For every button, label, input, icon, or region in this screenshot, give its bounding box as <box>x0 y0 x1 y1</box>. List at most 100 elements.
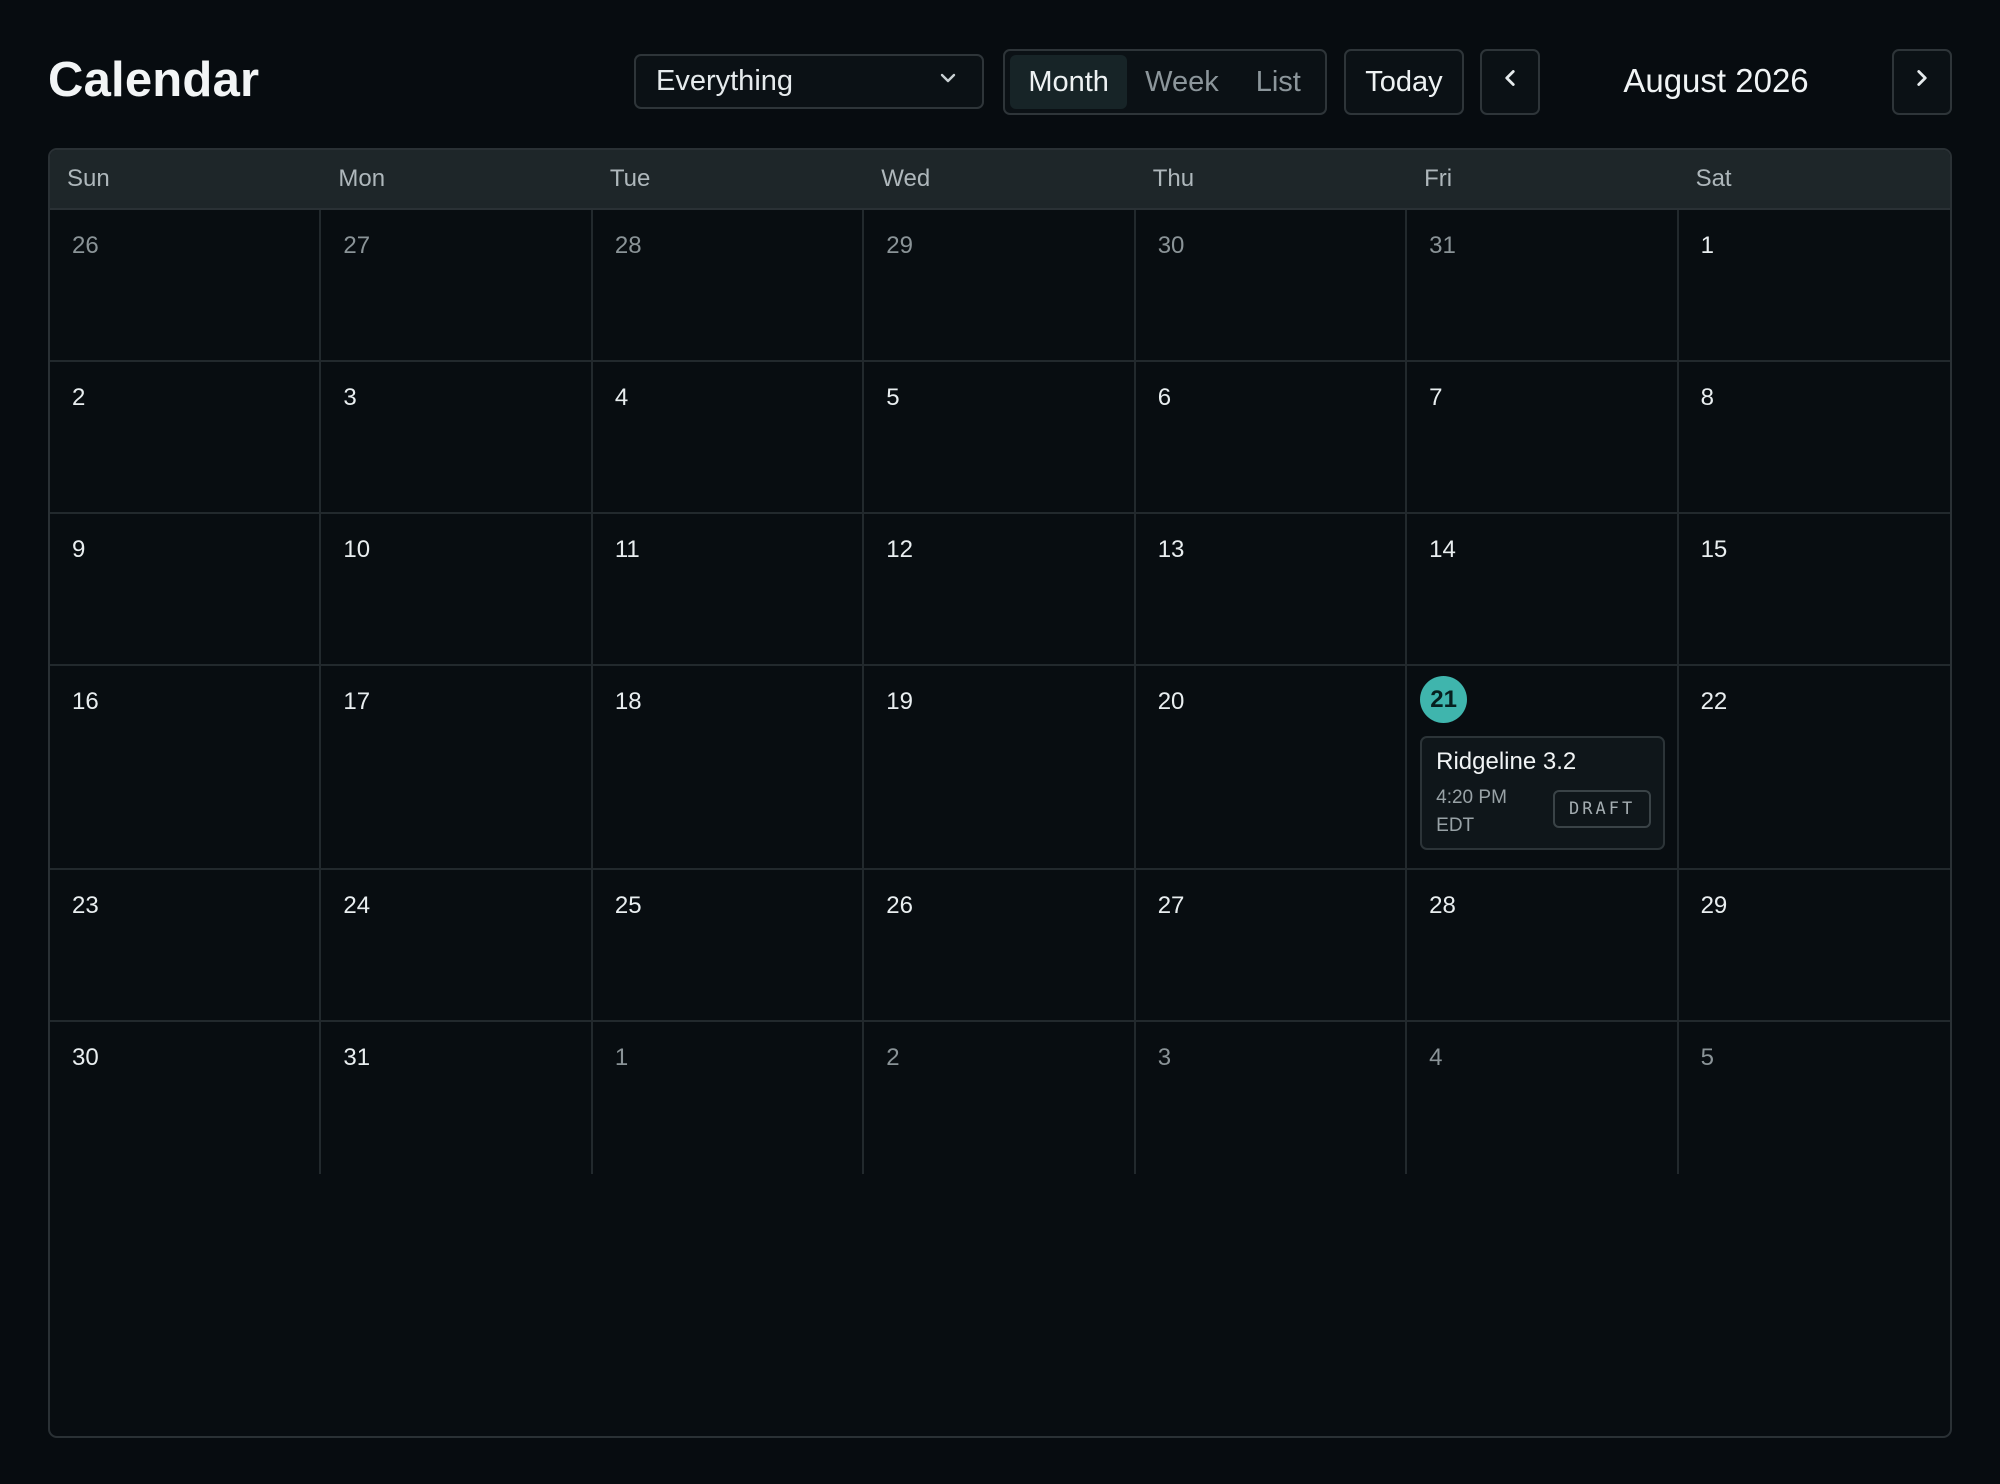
day-cell[interactable]: 3 <box>1136 1022 1408 1174</box>
day-number: 13 <box>1157 536 1185 563</box>
day-number: 17 <box>343 688 371 715</box>
chevron-down-icon <box>936 65 960 98</box>
day-number: 12 <box>886 536 913 563</box>
day-cell[interactable]: 8 <box>1678 362 1950 514</box>
day-cell[interactable]: 2 <box>50 362 322 514</box>
day-cell[interactable]: 26 <box>864 870 1136 1022</box>
day-number: 30 <box>72 1044 99 1071</box>
day-cell[interactable]: 10 <box>321 514 593 666</box>
next-month-button[interactable] <box>1892 49 1952 115</box>
day-cell[interactable]: 9 <box>50 514 322 666</box>
day-cell[interactable]: 14 <box>1407 514 1679 666</box>
day-cell[interactable]: 21 Ridgeline 3.2 4:20 PM EDT DRAFT <box>1407 666 1679 870</box>
weekday-label: Sat <box>1695 165 1732 192</box>
day-cell[interactable]: 2 <box>864 1022 1136 1174</box>
day-number: 20 <box>1157 688 1185 715</box>
day-cell[interactable]: 3 <box>321 362 593 514</box>
weekday-label: Thu <box>1152 165 1195 192</box>
day-cell[interactable]: 24 <box>321 870 593 1022</box>
weekday-label: Wed <box>881 165 931 192</box>
weeks-container: 26 27 28 29 30 31 1 2 3 4 5 6 7 8 9 10 11 12 13 14 15 16 17 18 1… <box>50 210 1950 1174</box>
day-cell[interactable]: 11 <box>592 514 865 666</box>
day-cell[interactable]: 4 <box>592 362 865 514</box>
view-month-button[interactable]: Month <box>1010 55 1128 109</box>
day-cell[interactable]: 20 <box>1135 666 1408 870</box>
day-number: 23 <box>72 892 99 919</box>
day-number: 18 <box>614 688 642 715</box>
day-cell[interactable]: 31 <box>321 1022 593 1174</box>
day-number: 5 <box>886 384 900 411</box>
day-number: 27 <box>343 232 371 259</box>
day-cell[interactable]: 27 <box>321 210 593 362</box>
day-number: 4 <box>614 384 629 411</box>
weekday-label: Fri <box>1424 165 1453 192</box>
filter-dropdown[interactable]: Everything <box>634 54 984 109</box>
day-cell[interactable]: 5 <box>1679 1022 1950 1174</box>
day-number: 2 <box>886 1044 900 1071</box>
event-title: Ridgeline 3.2 <box>1436 748 1577 775</box>
page-title: Calendar <box>48 53 260 107</box>
view-week-button[interactable]: Week <box>1127 55 1236 109</box>
day-number: 3 <box>1157 1044 1172 1071</box>
day-cell[interactable]: 6 <box>1135 362 1408 514</box>
day-cell[interactable]: 18 <box>592 666 865 870</box>
day-number: 11 <box>614 536 640 563</box>
day-number: 10 <box>343 536 371 563</box>
today-button[interactable]: Today <box>1344 49 1464 115</box>
day-cell[interactable]: 30 <box>1135 210 1408 362</box>
day-cell[interactable]: 29 <box>1678 870 1950 1022</box>
day-number: 15 <box>1700 536 1728 563</box>
today-day-number: 21 <box>1420 676 1468 723</box>
day-cell[interactable]: 30 <box>50 1022 322 1174</box>
day-cell[interactable]: 13 <box>1135 514 1408 666</box>
day-cell[interactable]: 28 <box>1407 870 1679 1022</box>
day-cell[interactable]: 29 <box>864 210 1136 362</box>
day-cell[interactable]: 25 <box>592 870 865 1022</box>
day-cell[interactable]: 27 <box>1135 870 1408 1022</box>
month-grid: Sun Mon Tue Wed Thu Fri Sat 26 27 28 29 30 31 1 2 3 4 5 6… <box>48 148 1952 1438</box>
day-cell[interactable]: 23 <box>50 870 322 1022</box>
day-cell[interactable]: 31 <box>1407 210 1679 362</box>
day-cell[interactable]: 16 <box>50 666 322 870</box>
day-number: 1 <box>1700 232 1714 259</box>
prev-month-button[interactable] <box>1480 49 1540 115</box>
day-number: 2 <box>72 384 86 411</box>
event-card[interactable]: Ridgeline 3.2 4:20 PM EDT DRAFT <box>1420 736 1666 850</box>
day-number: 8 <box>1700 384 1714 411</box>
day-number: 24 <box>343 892 371 919</box>
day-number: 30 <box>1157 232 1185 259</box>
day-number: 19 <box>886 688 913 715</box>
day-cell[interactable]: 5 <box>864 362 1136 514</box>
day-cell[interactable]: 1 <box>593 1022 865 1174</box>
day-number: 1 <box>614 1044 629 1071</box>
day-number: 31 <box>343 1044 371 1071</box>
day-cell[interactable]: 26 <box>50 210 322 362</box>
day-number: 28 <box>614 232 642 259</box>
day-cell[interactable]: 1 <box>1678 210 1950 362</box>
event-status-badge: DRAFT <box>1553 790 1652 828</box>
weekday-label: Sun <box>67 165 110 192</box>
day-number: 22 <box>1700 688 1728 715</box>
day-number: 5 <box>1700 1044 1714 1071</box>
day-number: 16 <box>72 688 99 715</box>
day-cell[interactable]: 19 <box>864 666 1136 870</box>
weekday-header: Sun Mon Tue Wed Thu Fri Sat <box>50 150 1950 210</box>
day-number: 7 <box>1429 384 1443 411</box>
view-list-button[interactable]: List <box>1237 55 1320 109</box>
day-number: 27 <box>1157 892 1185 919</box>
current-month-label: August 2026 <box>1623 62 1809 99</box>
day-cell[interactable]: 22 <box>1678 666 1950 870</box>
filter-value: Everything <box>656 65 794 97</box>
day-cell[interactable]: 28 <box>592 210 865 362</box>
day-cell[interactable]: 4 <box>1407 1022 1679 1174</box>
day-cell[interactable]: 12 <box>864 514 1136 666</box>
day-cell[interactable]: 15 <box>1678 514 1950 666</box>
day-number: 6 <box>1157 384 1172 411</box>
day-number: 9 <box>72 536 86 563</box>
day-number: 4 <box>1429 1044 1443 1071</box>
view-switcher: Month Week List <box>1003 49 1327 115</box>
event-time: 4:20 PM EDT <box>1436 787 1507 836</box>
day-cell[interactable]: 17 <box>321 666 593 870</box>
day-number: 26 <box>72 232 99 259</box>
day-cell[interactable]: 7 <box>1407 362 1679 514</box>
